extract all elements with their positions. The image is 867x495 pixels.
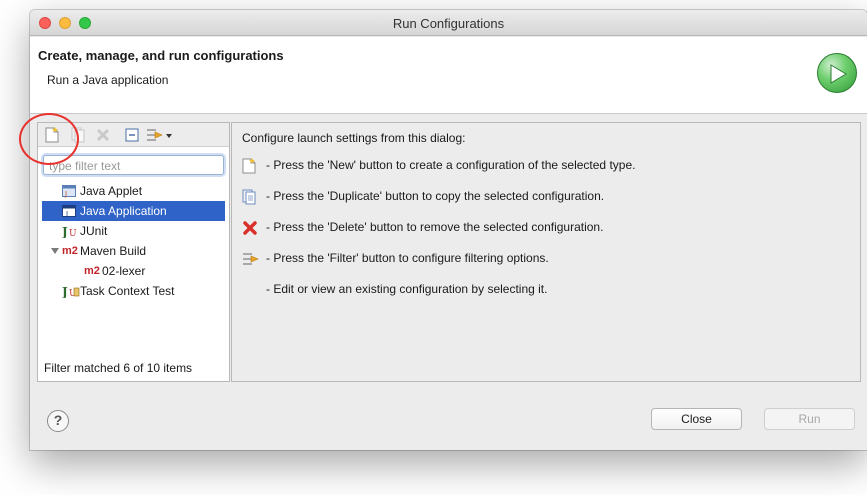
svg-text:J: J (64, 190, 67, 198)
help-line-duplicate: - Press the 'Duplicate' button to copy t… (242, 186, 604, 206)
help-line-delete: - Press the 'Delete' button to remove th… (242, 217, 603, 237)
filter-input[interactable]: type filter text (43, 155, 224, 175)
tree-item-label: Java Application (80, 204, 167, 218)
tree-item-02-lexer[interactable]: m2 02-lexer (38, 261, 229, 281)
tree-item-label: JUnit (80, 224, 108, 238)
tree-item-label: Maven Build (80, 244, 147, 258)
tree-item-junit[interactable]: JU JUnit (38, 221, 229, 241)
tree-item-label: Task Context Test (80, 284, 175, 298)
tree-item-java-applet[interactable]: J Java Applet (38, 181, 229, 201)
new-config-icon (242, 157, 258, 174)
close-button[interactable]: Close (651, 408, 742, 430)
run-configurations-window: Run Configurations Create, manage, and r… (30, 10, 867, 450)
svg-text:J: J (62, 225, 68, 238)
svg-text:J: J (65, 210, 68, 218)
expanded-triangle-icon[interactable] (50, 244, 60, 258)
help-line-edit: - Edit or view an existing configuration… (242, 279, 547, 299)
java-applet-icon: J (62, 184, 76, 198)
tree-item-label: Java Applet (80, 184, 143, 198)
delete-icon (242, 220, 258, 236)
window-title: Run Configurations (392, 16, 505, 31)
run-button[interactable]: Run (764, 408, 855, 430)
title-bar: Run Configurations (30, 10, 867, 36)
collapse-all-icon[interactable] (125, 127, 139, 143)
launch-settings-panel: Configure launch settings from this dial… (231, 122, 861, 382)
help-line-text: - Press the 'Duplicate' button to copy t… (266, 189, 605, 203)
help-line-text: - Edit or view an existing configuration… (266, 282, 548, 296)
help-line-filter: - Press the 'Filter' button to configure… (242, 248, 549, 268)
task-context-test-icon: JU (61, 284, 80, 299)
tree-item-label: 02-lexer (102, 264, 146, 278)
dialog-header: Create, manage, and run configurations R… (30, 37, 867, 114)
help-button[interactable]: ? (47, 410, 69, 432)
maven-icon: m2 (84, 265, 100, 277)
duplicate-icon (242, 189, 258, 205)
header-subtitle: Run a Java application (47, 73, 169, 87)
run-banner-icon (817, 53, 857, 93)
delete-icon[interactable] (96, 127, 110, 143)
dropdown-arrow-icon[interactable] (165, 127, 173, 143)
help-line-text: - Press the 'Delete' button to remove th… (266, 220, 604, 234)
java-application-icon: J (62, 204, 76, 218)
intro-text: Configure launch settings from this dial… (242, 131, 466, 145)
filter-icon (242, 251, 259, 267)
blank-icon (242, 282, 258, 298)
filter-status-text: Filter matched 6 of 10 items (44, 361, 193, 375)
annotation-circle (19, 113, 79, 165)
svg-text:J: J (62, 285, 68, 298)
maven-icon: m2 (62, 245, 78, 257)
configuration-tree: J Java Applet J Java Application JU JUni… (38, 181, 229, 301)
configuration-list-panel: type filter text J Java Applet J Java Ap… (37, 122, 230, 382)
header-title: Create, manage, and run configurations (38, 48, 284, 63)
tree-item-task-context-test[interactable]: JU Task Context Test (38, 281, 229, 301)
junit-icon: JU (61, 224, 78, 239)
tree-item-java-application[interactable]: J Java Application (42, 201, 225, 221)
help-line-text: - Press the 'New' button to create a con… (266, 158, 636, 172)
tree-item-maven-build[interactable]: m2 Maven Build (38, 241, 229, 261)
filter-icon[interactable] (146, 127, 164, 143)
svg-text:U: U (69, 229, 77, 238)
help-line-new: - Press the 'New' button to create a con… (242, 155, 635, 175)
help-line-text: - Press the 'Filter' button to configure… (266, 251, 549, 265)
